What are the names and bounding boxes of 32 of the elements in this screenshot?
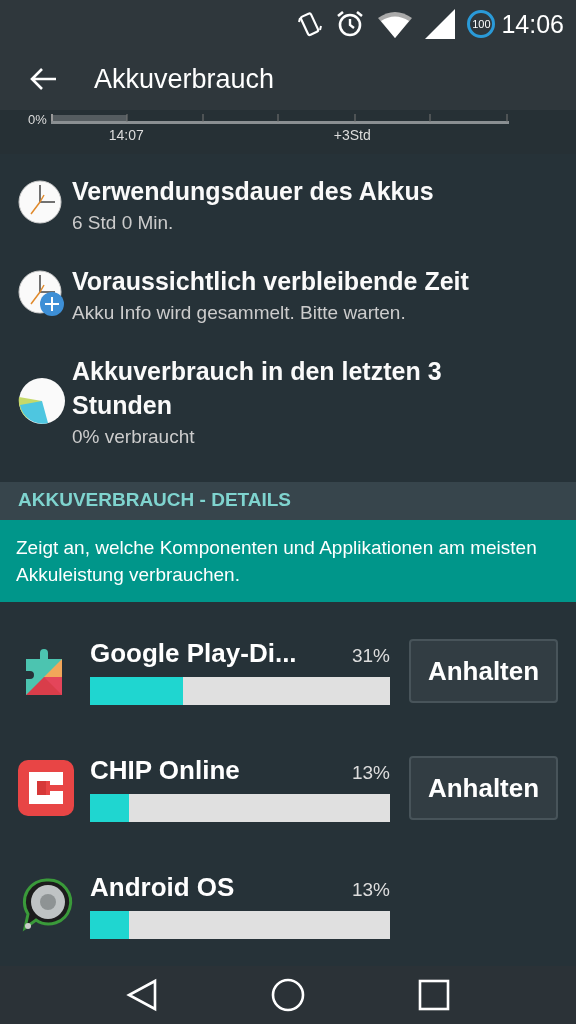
axis-label: +3Std xyxy=(333,127,371,143)
signal-icon xyxy=(425,9,456,39)
wifi-icon xyxy=(377,10,414,38)
axis-label: 14:07 xyxy=(108,127,144,143)
axis-label: 0% xyxy=(28,112,47,127)
summary-value: 6 Std 0 Min. xyxy=(72,212,175,234)
usage-percent: 13% xyxy=(351,761,390,784)
clock-plus-icon xyxy=(18,270,66,318)
usage-percent: 31% xyxy=(351,644,390,667)
summary-value: Akku Info wird gesammelt. Bitte warten. xyxy=(72,302,407,324)
home-icon[interactable] xyxy=(271,978,305,1012)
app-name: Google Play-Di... xyxy=(90,637,297,669)
usage-percent: 13% xyxy=(351,878,390,901)
battery-indicator: 100 xyxy=(467,10,496,38)
info-banner: Zeigt an, welche Komponenten und Applikationen am meisten Akkuleistung verbrauchen. xyxy=(0,520,576,602)
clock-time: 14:06 xyxy=(501,9,564,39)
pie-chart-icon xyxy=(18,377,66,425)
back-icon[interactable] xyxy=(126,978,159,1012)
section-header: AKKUVERBRAUCH - DETAILS xyxy=(0,482,576,520)
summary-title: Akkuverbrauch in den letzten 3 Stunden xyxy=(72,356,443,421)
stop-button[interactable]: Anhalten xyxy=(409,756,558,820)
back-arrow-icon[interactable] xyxy=(30,67,58,91)
summary-value: 0% verbraucht xyxy=(72,426,196,448)
app-name: Android OS xyxy=(90,871,235,903)
recents-icon[interactable] xyxy=(417,979,450,1011)
vibrate-icon xyxy=(297,10,324,38)
chip-app-icon xyxy=(16,759,76,817)
summary-title: Verwendungsdauer des Akkus xyxy=(72,176,434,207)
app-name: CHIP Online xyxy=(90,754,240,786)
summary-title: Voraussichtlich verbleibende Zeit xyxy=(72,266,469,297)
screen-title: Akkuverbrauch xyxy=(94,63,275,95)
stop-button[interactable]: Anhalten xyxy=(409,639,558,703)
